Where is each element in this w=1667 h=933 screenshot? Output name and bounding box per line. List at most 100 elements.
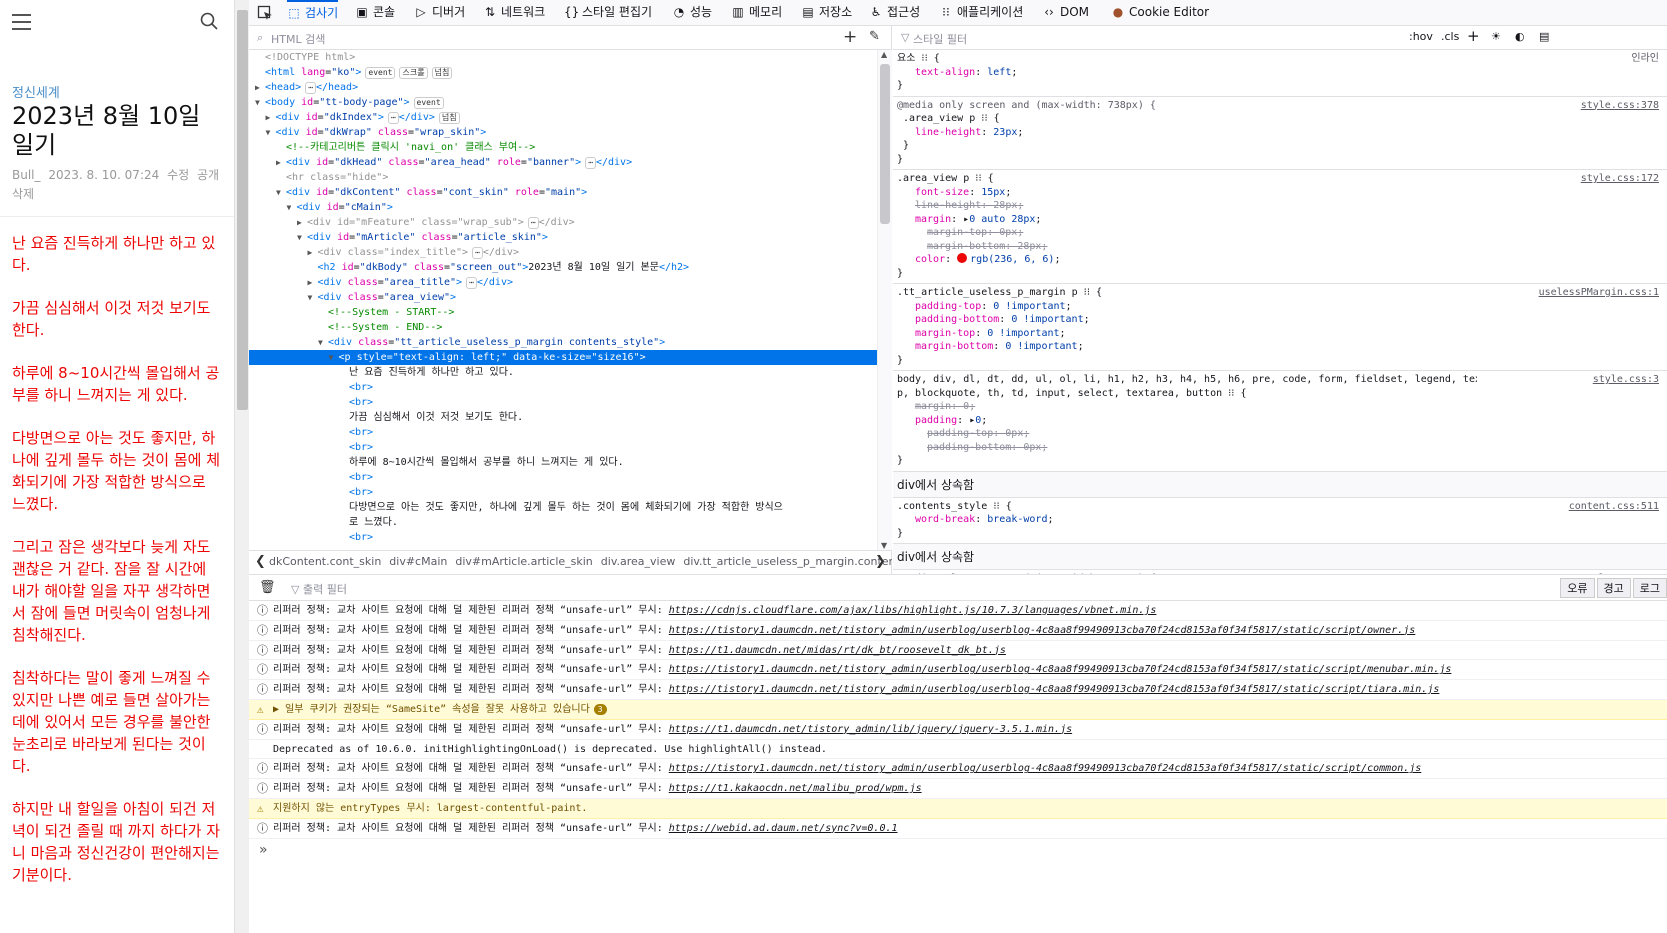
page-scrollbar[interactable]	[234, 0, 249, 933]
markup-node[interactable]: ▼ <div id="dkContent" class="cont_skin" r…	[249, 185, 877, 200]
tab-inspector[interactable]: ⬚ 검사기	[287, 0, 339, 26]
rule-source-link[interactable]: style.css:378	[1581, 99, 1659, 113]
markup-node[interactable]: <br>	[249, 395, 877, 410]
css-declaration[interactable]: padding-bottom: 0px;	[897, 441, 1663, 455]
scroll-up-icon[interactable]: ▲	[881, 50, 887, 59]
breadcrumb-item[interactable]: div.tt_article_useless_p_margin.contents…	[683, 555, 892, 568]
markup-node[interactable]: 가끔 심심해서 이것 저것 보기도 한다.	[249, 410, 877, 425]
edit-link[interactable]: 수정	[167, 168, 189, 182]
html-search-input[interactable]: HTML 검색	[271, 31, 325, 47]
tab-style-editor[interactable]: {} 스타일 편집기	[564, 0, 652, 26]
tab-console[interactable]: ▣ 콘솔	[355, 0, 395, 26]
markup-node[interactable]: <h2 id="dkBody" class="screen_out">2023년…	[249, 260, 877, 275]
console-source-link[interactable]: https://webid.ad.daum.net/sync?v=0.0.1	[669, 823, 898, 834]
tab-dom[interactable]: ‹› DOM	[1042, 0, 1089, 26]
console-input[interactable]: »	[249, 839, 1667, 861]
markup-node[interactable]: <html lang="ko"> event 스크롤 넘침	[249, 65, 877, 80]
add-rule-icon[interactable]: +	[1467, 27, 1480, 45]
css-declaration[interactable]: color: rgb(236, 6, 6);	[897, 253, 1663, 267]
markup-node[interactable]: <!DOCTYPE html>	[249, 50, 877, 65]
markup-node[interactable]: ▼ <body id="tt-body-page"> event	[249, 95, 877, 110]
hov-toggle[interactable]: :hov	[1409, 30, 1433, 43]
markup-node[interactable]: ▼ <div class="area_view">	[249, 290, 877, 305]
markup-node[interactable]: ▶ <div id="mFeature" class="wrap_sub"> ⋯ </…	[249, 215, 877, 230]
css-declaration[interactable]: padding-bottom: 0 !important;	[897, 313, 1663, 327]
eyedropper-icon[interactable]: ✎	[869, 29, 880, 44]
author[interactable]: Bull_	[12, 168, 41, 182]
markup-scrollbar[interactable]: ▲ ▼	[877, 50, 892, 550]
console-filter-button[interactable]: 로그	[1632, 578, 1667, 598]
element-picker-icon[interactable]	[257, 5, 273, 21]
expand-twisty-icon[interactable]: ▶	[255, 80, 265, 95]
breadcrumb-item[interactable]: div#cMain	[389, 555, 447, 568]
markup-node[interactable]: <br>	[249, 470, 877, 485]
markup-node[interactable]: <br>	[249, 380, 877, 395]
css-declaration[interactable]: margin-top: 0px;	[897, 226, 1663, 240]
rule-source-link[interactable]: uselessPMargin.css:1	[1539, 286, 1659, 300]
collapse-twisty-icon[interactable]: ▼	[297, 230, 307, 245]
markup-node[interactable]: ▶ <div class="area_title"> ⋯ </div>	[249, 275, 877, 290]
css-declaration[interactable]: padding-top: 0px;	[897, 427, 1663, 441]
collapse-twisty-icon[interactable]: ▼	[287, 200, 297, 215]
rule-source-link[interactable]: 인라인	[1631, 52, 1659, 66]
add-node-icon[interactable]: +	[843, 27, 857, 47]
css-declaration[interactable]: word-break: break-word;	[897, 513, 1663, 527]
tab-application[interactable]: ⁝⁝ 애플리케이션	[939, 0, 1023, 26]
breadcrumb-item[interactable]: div.area_view	[601, 555, 676, 568]
tab-memory[interactable]: ▥ 메모리	[731, 0, 782, 26]
markup-node[interactable]: ▶ <head> ⋯ </head>	[249, 80, 877, 95]
markup-node[interactable]: ▼ <div class="tt_article_useless_p_margin…	[249, 335, 877, 350]
markup-node[interactable]: <!--카테고리버튼 클릭시 'navi_on' 클래스 부여-->	[249, 140, 877, 155]
css-rule[interactable]: body, div, dl, dt, dd, ul, ol, li, h1, h…	[893, 371, 1667, 472]
css-declaration[interactable]: margin-bottom: 0 !important;	[897, 340, 1663, 354]
css-rule[interactable]: .contents_style ⁝⁝ {content.css:511 word-…	[893, 498, 1667, 544]
markup-node[interactable]: <br>	[249, 440, 877, 455]
markup-node[interactable]: 다방면으로 아는 것도 좋지만, 하나에 깊게 몰두 하는 것이 몸에 체화되기…	[249, 500, 877, 515]
tab-performance[interactable]: ◔ 성능	[672, 0, 712, 26]
markup-node[interactable]: 난 요즘 진득하게 하나만 하고 있다.	[249, 365, 877, 380]
post-category[interactable]: 정신세계	[12, 82, 60, 101]
markup-node[interactable]: <br>	[249, 485, 877, 500]
console-filter-button[interactable]: 경고	[1596, 578, 1631, 598]
expand-twisty-icon[interactable]: ▶	[297, 215, 307, 230]
tab-cookie[interactable]: ● Cookie Editor	[1111, 0, 1209, 26]
rule-source-link[interactable]: style.css:172	[1581, 172, 1659, 186]
expand-twisty-icon[interactable]: ▶	[308, 275, 318, 290]
tab-network[interactable]: ⇅ 네트워크	[483, 0, 545, 26]
css-rule[interactable]: 요소 ⁝⁝ {인라인 text-align: left;}	[893, 50, 1667, 97]
css-rule[interactable]: .tt_article_useless_p_margin p ⁝⁝ {usele…	[893, 284, 1667, 371]
search-icon[interactable]	[200, 12, 218, 30]
collapse-twisty-icon[interactable]: ▼	[255, 95, 265, 110]
markup-node[interactable]: 로 느꼈다.	[249, 515, 877, 530]
collapse-twisty-icon[interactable]: ▼	[308, 290, 318, 305]
css-declaration[interactable]: padding-top: 0 !important;	[897, 300, 1663, 314]
scrollbar-thumb[interactable]	[237, 10, 248, 410]
tab-debugger[interactable]: ▷ 디버거	[414, 0, 465, 26]
expand-twisty-icon[interactable]: ▶	[308, 245, 318, 260]
css-declaration[interactable]: padding: ▸0;	[897, 414, 1663, 428]
selected-node[interactable]: ▼ <p style="text-align: left;" data-ke-si…	[249, 350, 877, 365]
color-swatch[interactable]	[957, 253, 968, 263]
rule-source-link[interactable]: content.css:511	[1569, 500, 1659, 514]
css-declaration[interactable]: margin-top: 0 !important;	[897, 327, 1663, 341]
console-source-link[interactable]: https://tistory1.daumcdn.net/tistory_adm…	[669, 763, 1422, 774]
expand-twisty-icon[interactable]: ▶	[266, 110, 276, 125]
console-filter-button[interactable]: 오류	[1560, 578, 1595, 598]
dark-mode-icon[interactable]: ◐	[1515, 30, 1525, 43]
console-source-link[interactable]: https://t1.daumcdn.net/midas/rt/dk_bt/ro…	[669, 645, 1006, 656]
trash-icon[interactable]: 🗑	[259, 580, 276, 595]
console-filter-input[interactable]: ▽ 출력 필터	[291, 581, 347, 597]
collapse-twisty-icon[interactable]: ▼	[329, 350, 339, 365]
hamburger-menu-icon[interactable]	[12, 14, 31, 35]
css-declaration[interactable]: line-height: 23px;	[897, 126, 1663, 140]
scroll-down-icon[interactable]: ▼	[881, 541, 887, 550]
console-source-link[interactable]: https://tistory1.daumcdn.net/tistory_adm…	[669, 625, 1416, 636]
light-mode-icon[interactable]: ☀	[1491, 30, 1501, 43]
console-source-link[interactable]: https://t1.daumcdn.net/tistory_admin/lib…	[669, 724, 1072, 735]
markup-node[interactable]: <!--System - END-->	[249, 320, 877, 335]
css-rule[interactable]: @media only screen and (max-width: 738px…	[893, 97, 1667, 170]
expand-twisty-icon[interactable]: ▶	[276, 155, 286, 170]
style-filter-input[interactable]: 스타일 필터	[913, 31, 967, 47]
delete-link[interactable]: 삭제	[12, 187, 34, 201]
tab-storage[interactable]: ▤ 저장소	[801, 0, 852, 26]
